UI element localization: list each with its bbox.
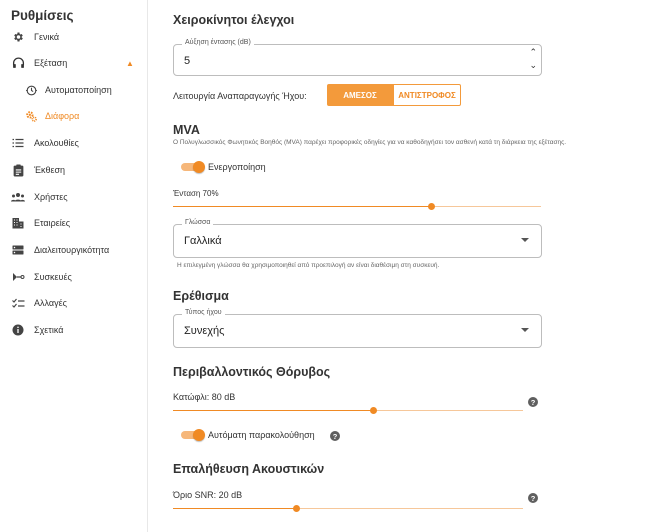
mva-volume-slider[interactable] [173, 202, 541, 212]
sidebar-item-automation[interactable]: Αυτοματοποίηση [0, 77, 147, 103]
headphones-icon [11, 56, 25, 70]
sidebar-item-label: Διάφορα [45, 111, 80, 121]
sidebar-item-users[interactable]: Χρήστες [0, 184, 147, 210]
changes-icon [11, 296, 25, 310]
sidebar-item-label: Ακολουθίες [34, 138, 79, 148]
dropdown-arrow-icon[interactable] [521, 238, 529, 242]
mva-enable-switch[interactable] [181, 161, 205, 173]
sidebar-item-label: Διαλειτουργικότητα [34, 245, 110, 255]
gain-field-value: 5 [184, 55, 191, 67]
ambient-noise-heading: Περιβαλλοντικός Θόρυβος [173, 365, 331, 379]
slider-thumb[interactable] [369, 407, 377, 414]
sidebar-item-interoperability[interactable]: Διαλειτουργικότητα [0, 237, 147, 263]
mva-volume-label: Ένταση 70% [173, 189, 219, 198]
playback-mode-label: Λειτουργία Αναπαραγωγής Ήχου: [173, 91, 307, 101]
building-icon [11, 216, 25, 230]
sidebar-item-misc[interactable]: Διάφορα [0, 103, 147, 129]
sidebar-item-general[interactable]: Γενικά [0, 24, 147, 50]
sidebar-item-devices[interactable]: Συσκευές [0, 264, 147, 290]
report-icon [11, 163, 25, 177]
sidebar-item-label: Συσκευές [34, 272, 72, 282]
language-select[interactable]: Γλώσσα Γαλλικά [173, 219, 542, 258]
mode-direct-button[interactable]: ΑΜΕΣΟΣ [327, 84, 393, 106]
help-icon[interactable]: ? [528, 397, 538, 407]
sidebar-item-companies[interactable]: Εταιρείες [0, 210, 147, 236]
chevron-down-icon[interactable]: ⌄ [529, 60, 537, 70]
mva-enable-label: Ενεργοποίηση [208, 162, 266, 172]
sidebar-item-label: Έκθεση [34, 165, 66, 175]
snr-threshold-slider[interactable] [173, 504, 523, 514]
automation-icon [24, 83, 38, 97]
language-select-legend: Γλώσσα [182, 219, 214, 226]
sidebar-title: Ρυθμίσεις [11, 8, 74, 23]
gain-number-field[interactable]: Αύξηση έντασης (dB) 5 ⌃ ⌄ [173, 39, 542, 76]
chevron-up-icon[interactable]: ⌃ [529, 47, 537, 57]
help-icon[interactable]: ? [330, 431, 340, 441]
settings-sidebar: Ρυθμίσεις Γενικά Εξέταση ▲ Αυτοματοποίησ… [0, 0, 148, 532]
sidebar-item-report[interactable]: Έκθεση [0, 157, 147, 183]
list-icon [11, 136, 25, 150]
interop-icon [11, 243, 25, 257]
devices-icon [11, 270, 25, 284]
auto-monitoring-switch[interactable] [181, 429, 205, 441]
chevron-up-icon[interactable]: ▲ [126, 59, 134, 68]
gear-icon [11, 30, 25, 44]
sidebar-item-changes[interactable]: Αλλαγές [0, 290, 147, 316]
mva-description: Ο Πολυγλωσσικός Φωνητικός Βοηθός (MVA) π… [173, 139, 567, 146]
slider-thumb[interactable] [427, 203, 435, 210]
users-icon [11, 190, 25, 204]
sidebar-item-label: Εταιρείες [34, 218, 71, 228]
dropdown-arrow-icon[interactable] [521, 328, 529, 332]
slider-thumb[interactable] [292, 505, 300, 512]
gain-field-legend: Αύξηση έντασης (dB) [182, 39, 254, 46]
sidebar-item-label: Γενικά [34, 32, 60, 42]
noise-threshold-label: Κατώφλι: 80 dB [173, 392, 236, 402]
info-icon [11, 323, 25, 337]
sidebar-item-label: Αυτοματοποίηση [45, 85, 112, 95]
manual-controls-heading: Χειροκίνητοι έλεγχοι [173, 13, 295, 27]
sidebar-item-label: Αλλαγές [34, 298, 67, 308]
mva-heading: MVA [173, 123, 200, 137]
sound-type-value: Συνεχής [184, 325, 225, 337]
headphone-verification-heading: Επαλήθευση Ακουστικών [173, 462, 325, 476]
noise-threshold-slider[interactable] [173, 406, 523, 416]
sidebar-item-label: Χρήστες [34, 192, 68, 202]
language-help-text: Η επιλεγμένη γλώσσα θα χρησιμοποιηθεί απ… [177, 262, 440, 269]
sidebar-item-sequences[interactable]: Ακολουθίες [0, 130, 147, 156]
auto-monitoring-label: Αυτόματη παρακολούθηση [208, 430, 315, 440]
mode-reverse-button[interactable]: ΑΝΤΙΣΤΡΟΦΟΣ [393, 84, 461, 106]
sidebar-item-label: Σχετικά [34, 325, 64, 335]
sound-type-select[interactable]: Τύπος ήχου Συνεχής [173, 309, 542, 348]
stimulus-heading: Ερέθισμα [173, 289, 229, 303]
playback-mode-toggle-group: ΑΜΕΣΟΣ ΑΝΤΙΣΤΡΟΦΟΣ [327, 84, 461, 106]
sidebar-item-label: Εξέταση [34, 58, 68, 68]
gears-icon [24, 109, 38, 123]
sidebar-item-about[interactable]: Σχετικά [0, 317, 147, 343]
sidebar-item-exam[interactable]: Εξέταση ▲ [0, 50, 147, 76]
snr-threshold-label: Όριο SNR: 20 dB [173, 490, 243, 500]
sound-type-legend: Τύπος ήχου [182, 309, 225, 316]
help-icon[interactable]: ? [528, 493, 538, 503]
language-select-value: Γαλλικά [184, 235, 222, 247]
